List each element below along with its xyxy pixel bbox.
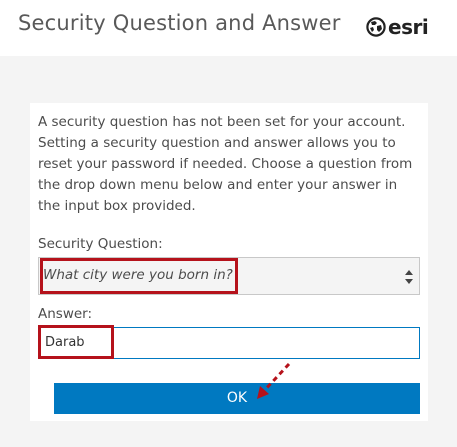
intro-line: reset your password if needed. Choose a … (38, 156, 413, 172)
intro-line: Setting a security question and answer a… (38, 135, 396, 151)
question-highlight-box (40, 258, 238, 294)
select-arrows-icon (405, 270, 413, 284)
page-title: Security Question and Answer (18, 11, 341, 35)
esri-globe-icon (366, 17, 386, 37)
logo-text: esri (388, 15, 429, 39)
answer-label: Answer: (38, 306, 93, 322)
intro-text: A security question has not been set for… (38, 112, 422, 217)
intro-line: the drop down menu below and enter your … (38, 177, 398, 193)
security-question-label: Security Question: (38, 236, 163, 252)
security-form-card: A security question has not been set for… (30, 103, 428, 421)
esri-logo: esri (366, 15, 429, 39)
header: Security Question and Answer esri (0, 0, 457, 56)
intro-line: A security question has not been set for… (38, 114, 406, 130)
answer-highlight-box (38, 325, 114, 359)
intro-line: the input box provided. (38, 198, 196, 214)
ok-button[interactable]: OK (54, 383, 420, 414)
